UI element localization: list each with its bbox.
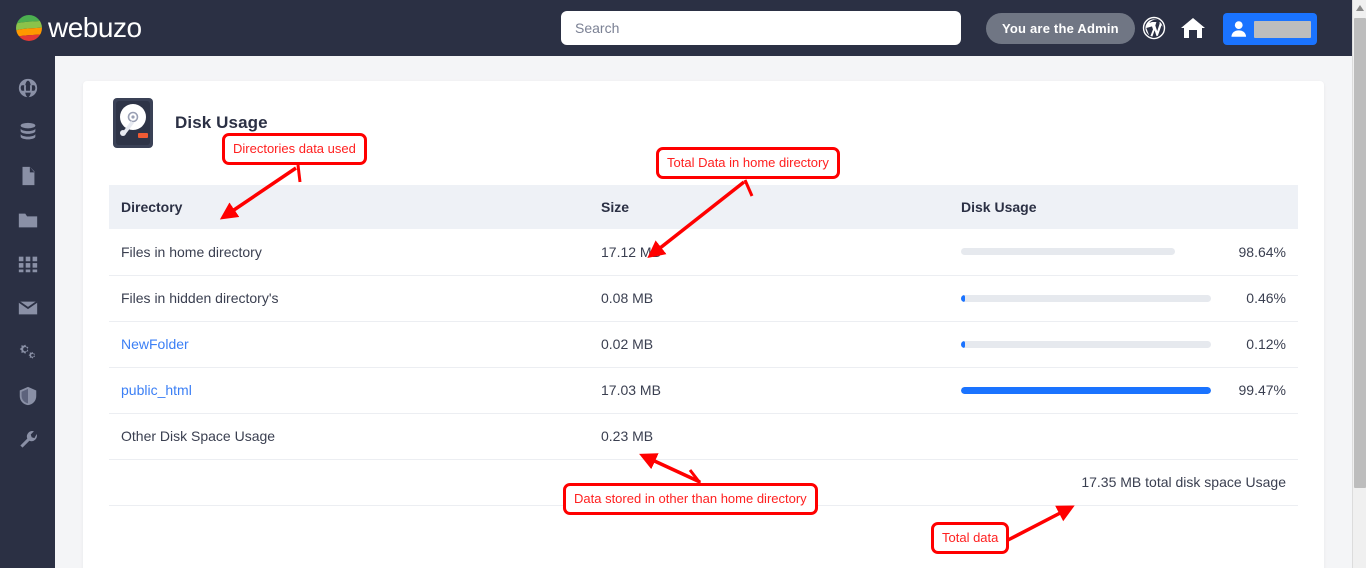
home-icon (1180, 16, 1206, 40)
table-header-row: Directory Size Disk Usage (109, 185, 1298, 229)
usage-bar-fill (961, 387, 1211, 394)
directory-label: Files in home directory (121, 244, 262, 260)
sidebar-item-security[interactable] (0, 374, 55, 418)
directory-label: Files in hidden directory's (121, 290, 279, 306)
cell-size: 0.02 MB (589, 321, 949, 367)
top-header-bar: webuzo You are the Admin (0, 0, 1352, 56)
directory-link[interactable]: NewFolder (121, 336, 189, 352)
table-body: Files in home directory17.12 MB98.64%Fil… (109, 229, 1298, 505)
scrollbar-thumb[interactable] (1354, 18, 1366, 488)
left-sidebar (0, 56, 55, 568)
annotation-directories-data-used: Directories data used (222, 133, 367, 165)
footer-spacer (109, 459, 589, 505)
admin-status-button[interactable]: You are the Admin (986, 13, 1135, 44)
scroll-up-arrow[interactable] (1353, 0, 1366, 16)
directory-label: Other Disk Space Usage (121, 428, 275, 444)
cell-directory: Files in hidden directory's (109, 275, 589, 321)
mail-icon (17, 297, 39, 319)
search-container (561, 11, 961, 45)
page-scrollbar[interactable] (1352, 0, 1366, 568)
usage-bar-track (961, 295, 1211, 302)
webuzo-globe-logo-icon (12, 11, 46, 45)
wordpress-button[interactable] (1140, 14, 1168, 42)
table-row: Files in hidden directory's 0.08 MB 0.46% (109, 275, 1298, 321)
wordpress-icon (1142, 16, 1166, 40)
file-icon (17, 165, 39, 187)
usage-bar-container: 0.46% (961, 290, 1286, 306)
chevron-up-icon (1356, 5, 1364, 11)
page-title: Disk Usage (175, 113, 268, 133)
annotation-total-data-home: Total Data in home directory (656, 147, 840, 179)
directory-link[interactable]: public_html (121, 382, 192, 398)
database-icon (17, 121, 39, 143)
globe-icon (17, 77, 39, 99)
cell-size: 17.12 MB (589, 229, 949, 275)
shield-icon (17, 385, 39, 407)
gears-icon (16, 341, 40, 363)
cell-size: 0.08 MB (589, 275, 949, 321)
usage-bar-container: 0.12% (961, 336, 1286, 352)
usage-percent-label: 98.64% (1239, 244, 1286, 260)
sidebar-item-domains[interactable] (0, 66, 55, 110)
usage-bar-track (961, 248, 1175, 255)
grid-icon (17, 253, 39, 275)
sidebar-item-file-manager[interactable] (0, 198, 55, 242)
cell-disk-usage: 98.64% (949, 229, 1298, 275)
annotation-total-data: Total data (931, 522, 1009, 554)
brand[interactable]: webuzo (12, 11, 202, 45)
usage-bar-container: 98.64% (961, 244, 1286, 260)
user-account-button[interactable] (1223, 13, 1317, 45)
usage-bar-fill (961, 295, 965, 302)
cell-disk-usage: 0.46% (949, 275, 1298, 321)
sidebar-item-advanced[interactable] (0, 330, 55, 374)
column-header-disk-usage[interactable]: Disk Usage (949, 185, 1298, 229)
home-button[interactable] (1179, 14, 1207, 42)
cell-size: 17.03 MB (589, 367, 949, 413)
table-row: public_html 17.03 MB 99.47% (109, 367, 1298, 413)
brand-name: webuzo (48, 12, 142, 44)
column-header-directory[interactable]: Directory (109, 185, 589, 229)
cell-disk-usage: 99.47% (949, 367, 1298, 413)
usage-bar-container: 99.47% (961, 382, 1286, 398)
cell-disk-usage: 0.12% (949, 321, 1298, 367)
cell-size: 0.23 MB (589, 413, 949, 459)
folder-icon (17, 209, 39, 231)
sidebar-item-databases[interactable] (0, 110, 55, 154)
column-header-size[interactable]: Size (589, 185, 949, 229)
usage-percent-label: 99.47% (1239, 382, 1286, 398)
table-head: Directory Size Disk Usage (109, 185, 1298, 229)
sidebar-item-email[interactable] (0, 286, 55, 330)
usage-bar-track (961, 387, 1211, 394)
search-input[interactable] (561, 11, 961, 45)
cell-directory: Files in home directory (109, 229, 589, 275)
sidebar-item-apps[interactable] (0, 242, 55, 286)
usage-bar-track (961, 341, 1211, 348)
usage-percent-label: 0.46% (1246, 290, 1286, 306)
cell-directory: Other Disk Space Usage (109, 413, 589, 459)
cell-directory: public_html (109, 367, 589, 413)
usage-percent-label: 0.12% (1246, 336, 1286, 352)
user-name-redacted (1254, 21, 1311, 38)
usage-bar-fill (961, 341, 965, 348)
total-disk-space-usage: 17.35 MB total disk space Usage (949, 459, 1298, 505)
wrench-icon (17, 429, 39, 451)
page-root: webuzo You are the Admin (0, 0, 1366, 568)
table-row: Files in home directory 17.12 MB 98.64% (109, 229, 1298, 275)
annotation-other-than-home: Data stored in other than home directory (563, 483, 818, 515)
table-row: Other Disk Space Usage 0.23 MB (109, 413, 1298, 459)
sidebar-item-files[interactable] (0, 154, 55, 198)
disk-usage-table: Directory Size Disk Usage Files in home … (109, 185, 1298, 506)
cell-disk-usage (949, 413, 1298, 459)
table-row: NewFolder 0.02 MB 0.12% (109, 321, 1298, 367)
sidebar-item-tools[interactable] (0, 418, 55, 462)
user-avatar-icon (1229, 19, 1248, 39)
cell-directory: NewFolder (109, 321, 589, 367)
hard-disk-icon (111, 97, 155, 149)
